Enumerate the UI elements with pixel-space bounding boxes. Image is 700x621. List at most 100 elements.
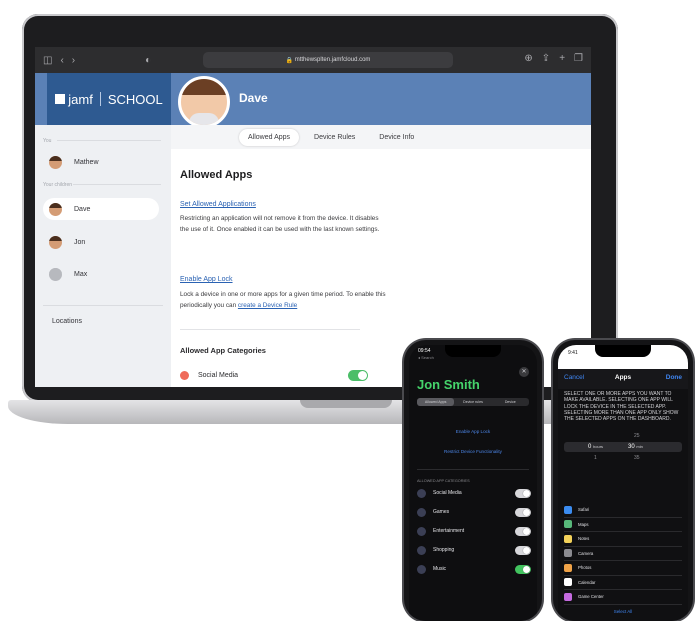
set-allowed-description: Restricting an application will not remo… [180,215,380,233]
camera-icon [564,549,572,558]
tab-bar: Allowed Apps Device Rules Device Info [171,125,591,149]
category-row-music: Music [417,563,531,575]
category-label: Social Media [198,371,239,379]
games-icon [417,507,426,517]
segment-device-rules[interactable]: Device rules [454,398,491,406]
sidebar-item-max[interactable]: Max [43,263,159,285]
forward-icon[interactable]: › [72,55,75,66]
entertainment-icon [417,526,426,536]
enable-app-lock-link[interactable]: Enable App Lock [180,276,233,283]
category-label: Games [433,509,450,515]
categories-title: Allowed App Categories [180,346,266,355]
music-icon [417,564,426,574]
new-tab-icon[interactable]: + [559,53,565,64]
app-row-game-center[interactable]: Game Center [564,590,682,605]
section-divider [180,329,360,330]
student-avatar [178,76,230,128]
brand-product: SCHOOL [107,91,163,107]
sidebar-item-mathew[interactable]: Mathew [43,151,159,173]
browser-actions: ⊕ ⇪ + ❐ [524,53,583,64]
back-to-search[interactable]: ◂ Search [418,355,434,360]
sidebar-section-children: Your children [43,182,73,188]
done-button[interactable]: Done [666,374,682,381]
app-row-photos[interactable]: Photos [564,561,682,576]
social-media-toggle[interactable] [515,488,531,498]
privacy-icon[interactable]: ◐ [145,55,151,66]
games-toggle[interactable] [515,507,531,517]
sidebar: You Mathew Your children Dave Jon Max Lo… [35,125,171,387]
enable-app-lock-button[interactable]: Enable App Lock [409,429,537,434]
status-time: 09:54 [418,348,431,354]
app-lock-description: Lock a device in one or more apps for a … [180,289,390,311]
shopping-toggle[interactable] [515,545,531,555]
sidebar-item-jon[interactable]: Jon [43,231,159,253]
student-name: Dave [239,91,268,105]
app-row-camera[interactable]: Camera [564,547,682,561]
category-row-social-media: Social Media [417,487,531,499]
phone-left-screen: 09:54 ◂ Search ✕ Jon Smith Allowed Apps … [409,345,537,621]
category-label: Social Media [433,490,462,496]
maps-icon [564,520,572,529]
music-toggle[interactable] [515,564,531,574]
sidebar-item-label: Max [74,270,88,278]
phone-notch [445,345,501,357]
jamf-logo-icon [55,94,66,104]
tab-allowed-apps[interactable]: Allowed Apps [239,128,300,146]
phone-right-screen: 9:41 Cancel Apps Done SELECT ONE OR MORE… [558,345,688,621]
phone-right: 9:41 Cancel Apps Done SELECT ONE OR MORE… [553,340,693,621]
app-row-calendar[interactable]: Calendar [564,576,682,590]
duration-picker[interactable]: 25 0 hours 30 min 1 35 [564,431,682,483]
brand-logo[interactable]: jamf SCHOOL [47,73,171,125]
sidebar-item-label: Jon [74,238,86,246]
hours-value: 0 [588,444,592,450]
create-device-rule-link[interactable]: create a Device Rule [238,302,297,309]
photos-icon [564,563,572,572]
minutes-unit: min [636,444,643,449]
game-center-icon [564,592,572,601]
close-icon[interactable]: ✕ [519,367,529,377]
picker-selected-row[interactable]: 0 hours 30 min [564,442,682,452]
sidebar-item-dave[interactable]: Dave [43,198,159,220]
category-label: Music [433,566,447,572]
laptop-notch [300,400,392,408]
phone-left: 09:54 ◂ Search ✕ Jon Smith Allowed Apps … [404,340,542,621]
laptop-screen: ◫ ‹ › ◐ 🔒 mtthewsplten.jamfcloud.com ⊕ ⇪… [35,47,591,387]
navigation-bar: Cancel Apps Done [558,369,688,389]
tab-device-info[interactable]: Device Info [370,129,423,146]
entertainment-toggle[interactable] [515,526,531,536]
back-icon[interactable]: ‹ [60,55,63,66]
app-row-safari[interactable]: Safari [564,503,682,518]
share-icon[interactable]: ⇪ [542,53,550,64]
sidebar-item-locations[interactable]: Locations [52,318,82,325]
avatar [49,267,62,281]
address-bar[interactable]: 🔒 mtthewsplten.jamfcloud.com [203,52,453,68]
brand-divider [99,92,101,106]
categories-title: ALLOWED APP CATEGORIES [417,479,470,483]
tab-device-rules[interactable]: Device Rules [305,129,364,146]
select-all-button[interactable]: Select All [558,609,688,614]
sidebar-toggle-icon[interactable]: ◫ [43,55,52,66]
category-row-shopping: Shopping [417,544,531,556]
hours-unit: hours [593,444,604,449]
social-media-toggle[interactable] [348,369,368,381]
sidebar-divider [73,184,161,185]
segment-device[interactable]: Device [492,398,529,406]
app-row-maps[interactable]: Maps [564,518,682,532]
category-row-social-media: Social Media [180,368,368,382]
status-time: 9:41 [568,350,578,356]
app-row-notes[interactable]: Notes [564,532,682,547]
segment-allowed-apps[interactable]: Allowed Apps [417,398,455,406]
sidebar-item-label: Dave [74,205,91,213]
notes-icon [564,534,572,543]
category-row-entertainment: Entertainment [417,525,531,537]
phone-notch [595,345,651,357]
lock-icon: 🔒 [285,57,295,64]
restrict-device-button[interactable]: Restrict Device Functionality [409,449,537,454]
category-label: Shopping [433,547,455,553]
tabs-overview-icon[interactable]: ❐ [574,53,583,64]
download-icon[interactable]: ⊕ [524,53,532,64]
picker-row-below: 1 35 [594,455,640,461]
sidebar-divider [57,140,161,141]
social-media-icon [417,488,426,498]
set-allowed-applications-link[interactable]: Set Allowed Applications [180,201,256,208]
